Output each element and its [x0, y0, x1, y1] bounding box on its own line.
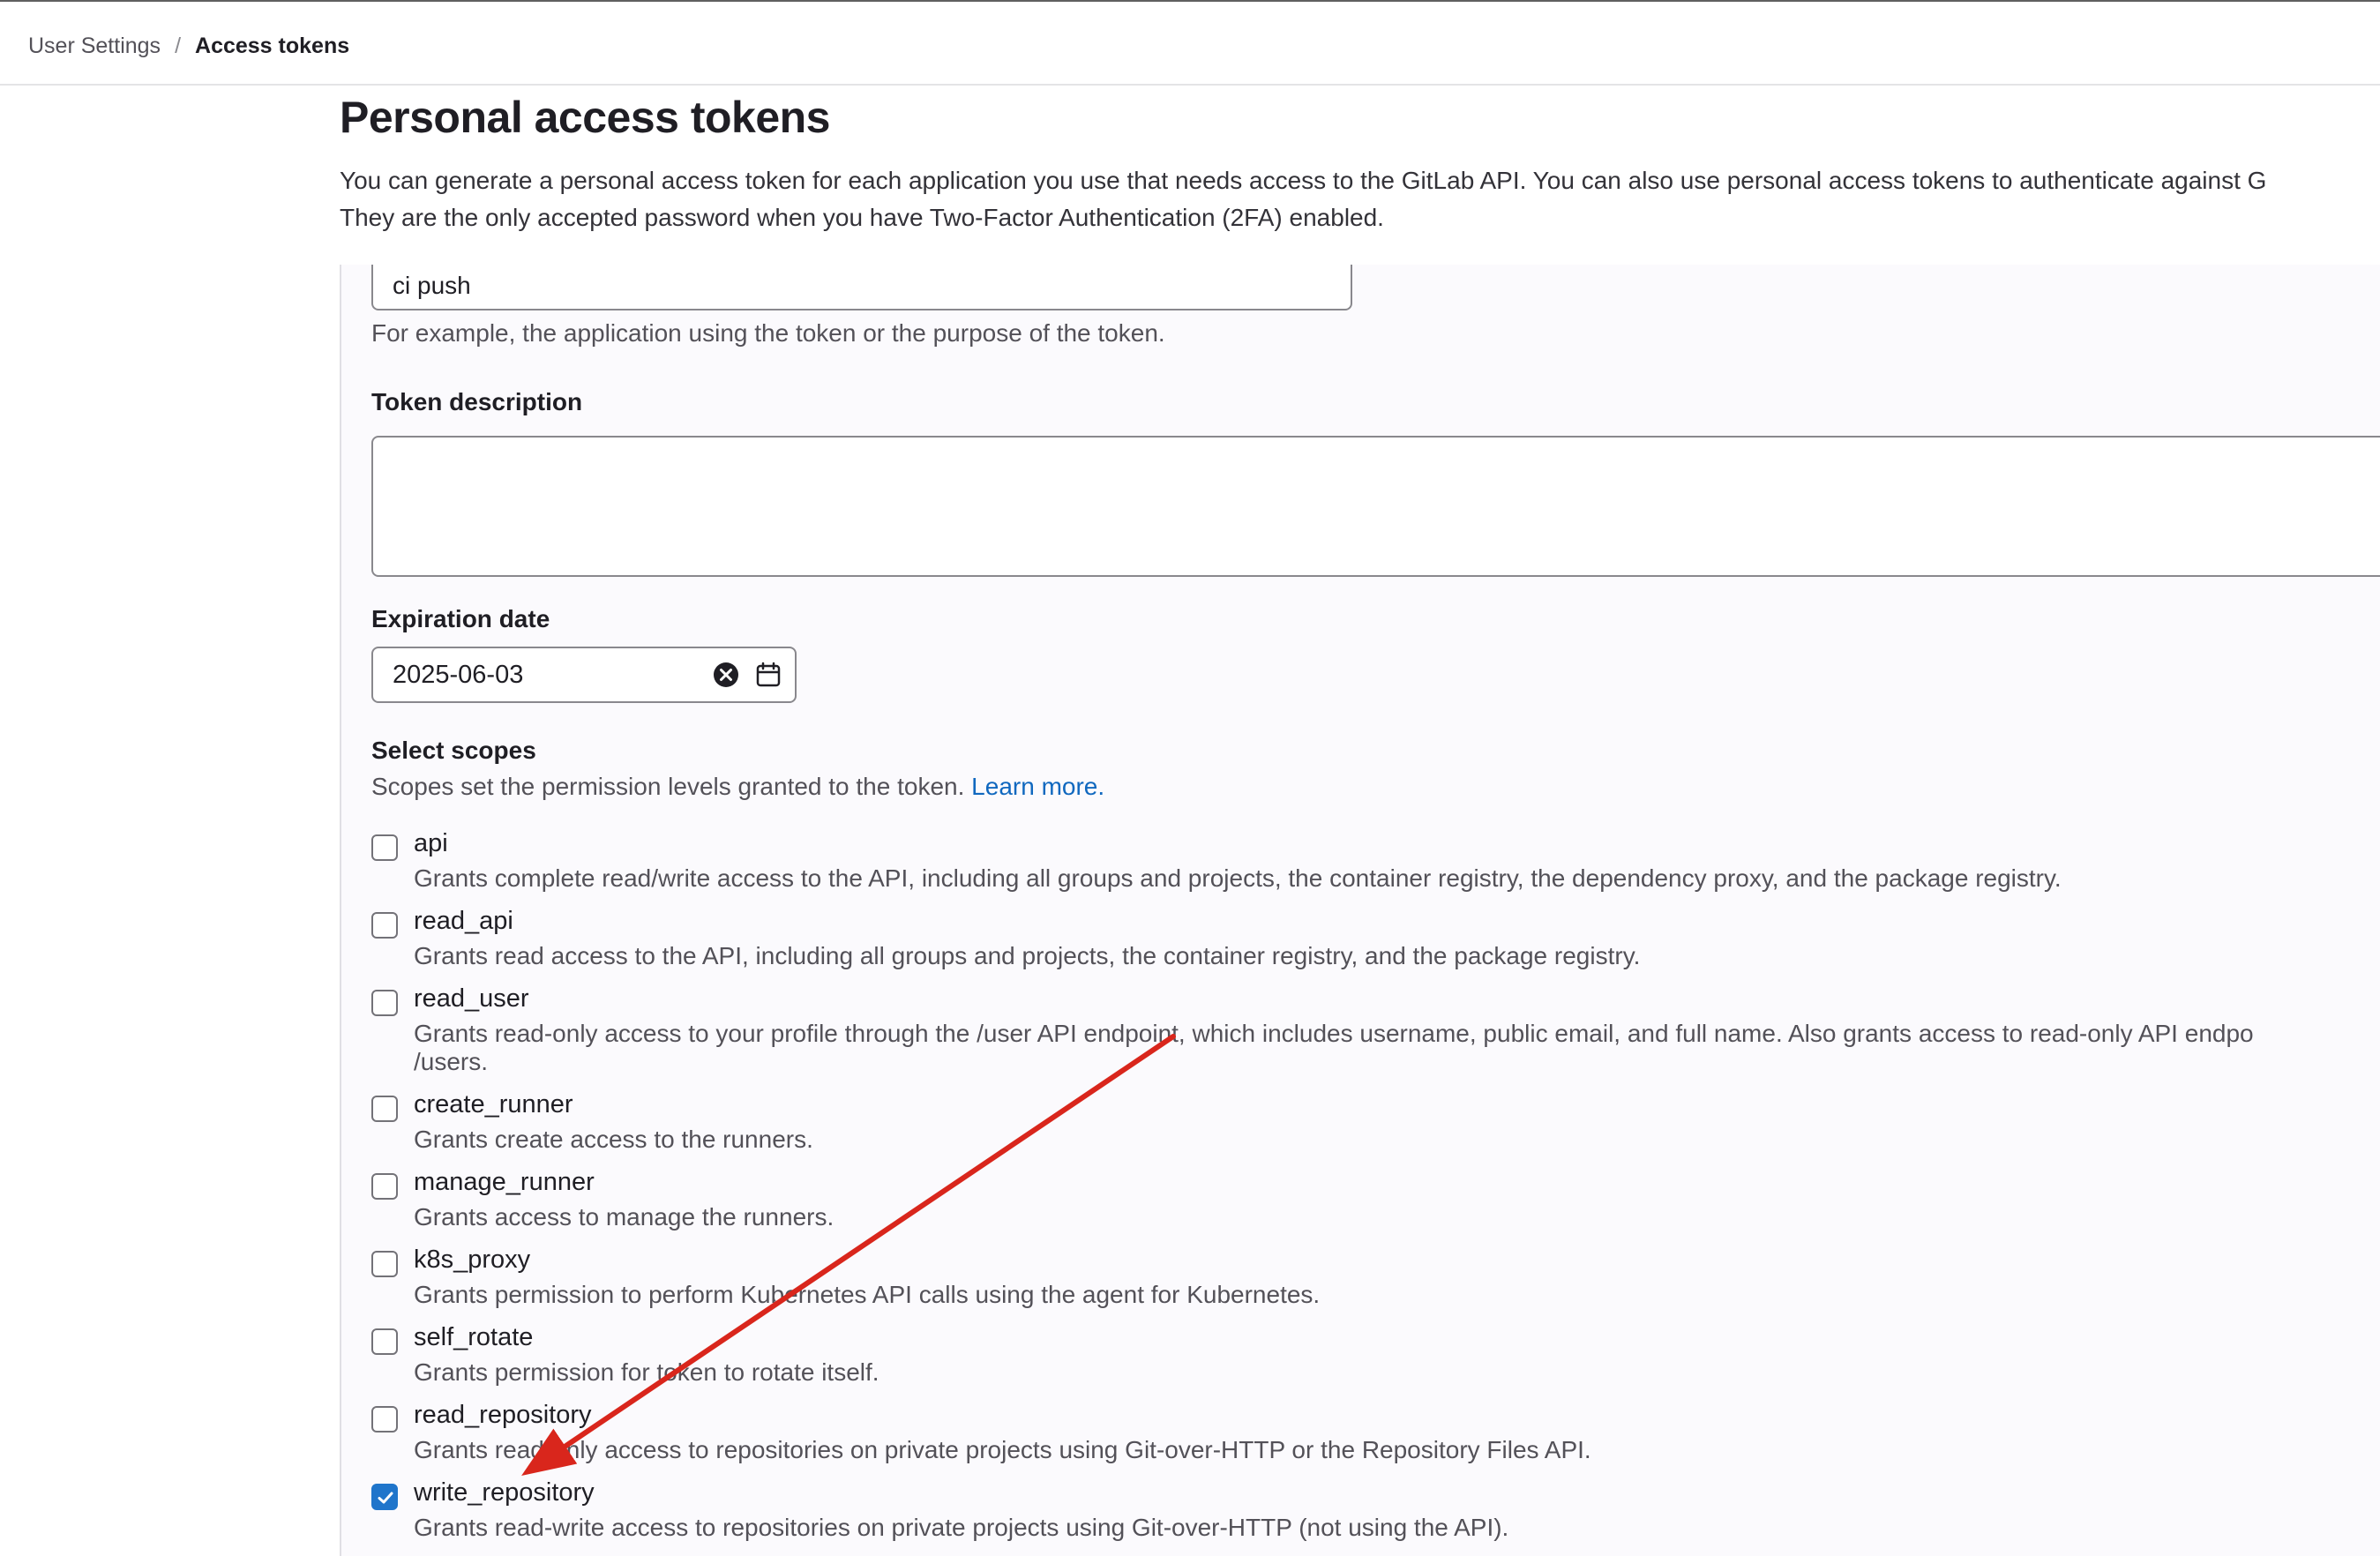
scope-checkbox[interactable]: [371, 834, 398, 861]
scope-checkbox[interactable]: [371, 1251, 398, 1277]
scope-checkbox[interactable]: [371, 1328, 398, 1355]
scope-name[interactable]: read_api: [414, 907, 513, 936]
scope-checkbox[interactable]: [371, 1173, 398, 1200]
select-scopes-label: Select scopes: [371, 737, 536, 764]
page: User Settings / Access tokens Personal a…: [0, 0, 2380, 1556]
token-description-textarea[interactable]: [371, 436, 2380, 577]
scope-name[interactable]: read_user: [414, 984, 529, 1014]
scope-checkbox-checked[interactable]: [371, 1484, 398, 1510]
scope-description: Grants complete read/write access to the…: [414, 864, 2062, 892]
token-form-panel: ci push For example, the application usi…: [340, 265, 2380, 1556]
breadcrumb-user-settings[interactable]: User Settings: [28, 26, 161, 65]
scope-description: Grants read access to the API, including…: [414, 942, 1641, 969]
expiration-date-value: 2025-06-03: [393, 660, 524, 689]
scope-name[interactable]: k8s_proxy: [414, 1246, 530, 1275]
scope-description: Grants permission to perform Kubernetes …: [414, 1281, 1321, 1308]
scope-description: Grants read-only access to repositories …: [414, 1436, 1591, 1463]
breadcrumb-access-tokens[interactable]: Access tokens: [195, 26, 349, 65]
scope-checkbox[interactable]: [371, 1096, 398, 1122]
scopes-help-text: Scopes set the permission levels granted…: [371, 773, 965, 800]
scope-description-continued: /users.: [414, 1048, 489, 1075]
scopes-help: Scopes set the permission levels granted…: [371, 773, 1104, 801]
expiration-date-input[interactable]: 2025-06-03: [371, 647, 797, 703]
clear-icon[interactable]: [712, 661, 740, 689]
learn-more-link[interactable]: Learn more.: [971, 773, 1104, 800]
scope-description: Grants access to manage the runners.: [414, 1203, 834, 1231]
scope-checkbox[interactable]: [371, 912, 398, 939]
scope-name[interactable]: self_rotate: [414, 1323, 533, 1352]
scope-description: Grants read-only access to your profile …: [414, 1020, 2254, 1047]
breadcrumb-bar: User Settings / Access tokens: [0, 2, 2380, 86]
scope-description: Grants create access to the runners.: [414, 1126, 813, 1153]
scope-name[interactable]: api: [414, 829, 448, 858]
scope-description: Grants permission for token to rotate it…: [414, 1358, 879, 1386]
calendar-icon[interactable]: [754, 661, 782, 689]
scope-checkbox[interactable]: [371, 1406, 398, 1433]
scope-name[interactable]: create_runner: [414, 1090, 573, 1119]
scope-name[interactable]: manage_runner: [414, 1168, 595, 1197]
scope-name[interactable]: read_repository: [414, 1401, 592, 1430]
breadcrumb-separator: /: [175, 34, 182, 58]
page-title: Personal access tokens: [340, 93, 831, 142]
scope-checkbox[interactable]: [371, 990, 398, 1016]
page-description-line-2: They are the only accepted password when…: [340, 204, 1384, 231]
breadcrumb: User Settings / Access tokens: [28, 26, 349, 65]
token-name-help: For example, the application using the t…: [371, 319, 1165, 347]
scope-name[interactable]: write_repository: [414, 1478, 595, 1507]
token-name-input[interactable]: ci push: [371, 265, 1352, 310]
page-description: You can generate a personal access token…: [340, 162, 2380, 236]
expiration-date-label: Expiration date: [371, 605, 550, 632]
token-description-label: Token description: [371, 388, 583, 415]
scope-description: Grants read-write access to repositories…: [414, 1514, 1509, 1541]
check-icon: [378, 1492, 393, 1504]
page-description-line-1: You can generate a personal access token…: [340, 167, 2267, 194]
